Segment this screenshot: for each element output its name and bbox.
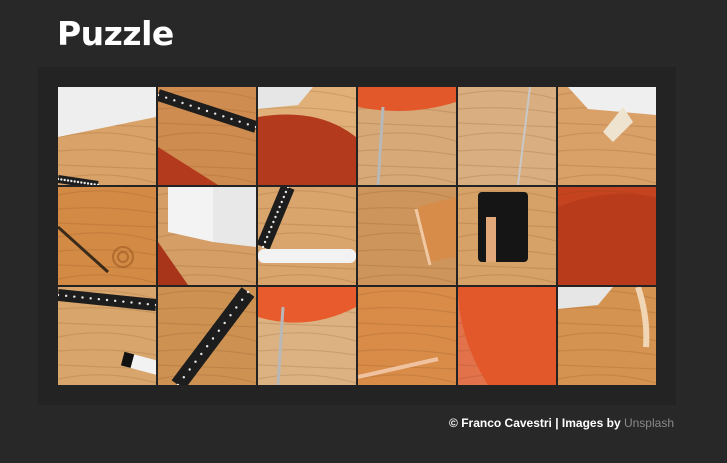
puzzle-tile-ruler-over-chair[interactable] bbox=[158, 87, 256, 185]
tile-image bbox=[158, 187, 256, 285]
puzzle-tile-paper-corner-on-wood[interactable] bbox=[58, 87, 156, 185]
footer-credit: © Franco Cavestri | Images by Unsplash bbox=[449, 416, 674, 430]
puzzle-tile-leather-and-strap[interactable] bbox=[558, 287, 656, 385]
tile-image bbox=[558, 287, 656, 385]
tile-image bbox=[58, 287, 156, 385]
puzzle-tile-leather-plain[interactable] bbox=[358, 287, 456, 385]
puzzle-board bbox=[38, 67, 676, 405]
tile-image bbox=[358, 287, 456, 385]
page-title: Puzzle bbox=[57, 14, 174, 53]
tile-image bbox=[358, 187, 456, 285]
puzzle-tile-leather-edge[interactable] bbox=[358, 187, 456, 285]
tile-image bbox=[158, 87, 256, 185]
tile-image bbox=[458, 187, 556, 285]
puzzle-tile-ruler-and-marker[interactable] bbox=[58, 287, 156, 385]
tile-image bbox=[458, 87, 556, 185]
puzzle-tile-chair-red-right[interactable] bbox=[558, 187, 656, 285]
puzzle-tile-chair-orange-right[interactable] bbox=[458, 287, 556, 385]
puzzle-tile-wood-floor[interactable] bbox=[458, 87, 556, 185]
tile-image bbox=[258, 287, 356, 385]
unsplash-link[interactable]: Unsplash bbox=[624, 416, 674, 430]
puzzle-tile-paper-and-pencil[interactable] bbox=[558, 87, 656, 185]
puzzle-tile-leather-embossed[interactable] bbox=[58, 187, 156, 285]
puzzle-tile-ruler-diagonal-wood[interactable] bbox=[158, 287, 256, 385]
puzzle-tile-black-wallet[interactable] bbox=[458, 187, 556, 285]
footer-credit-text: © Franco Cavestri | Images by bbox=[449, 416, 621, 430]
tile-image bbox=[558, 87, 656, 185]
tile-image bbox=[558, 187, 656, 285]
tile-image bbox=[258, 187, 356, 285]
tile-image bbox=[58, 87, 156, 185]
puzzle-tile-chair-seat-edge[interactable] bbox=[358, 87, 456, 185]
puzzle-tile-chair-seat-floor[interactable] bbox=[258, 287, 356, 385]
tile-image bbox=[358, 87, 456, 185]
puzzle-grid bbox=[58, 87, 656, 385]
puzzle-tile-ruler-and-pencil[interactable] bbox=[258, 187, 356, 285]
tile-image bbox=[58, 187, 156, 285]
tile-image bbox=[158, 287, 256, 385]
puzzle-tile-paper-cards[interactable] bbox=[158, 187, 256, 285]
tile-image bbox=[458, 287, 556, 385]
puzzle-tile-chair-back-left[interactable] bbox=[258, 87, 356, 185]
tile-image bbox=[258, 87, 356, 185]
